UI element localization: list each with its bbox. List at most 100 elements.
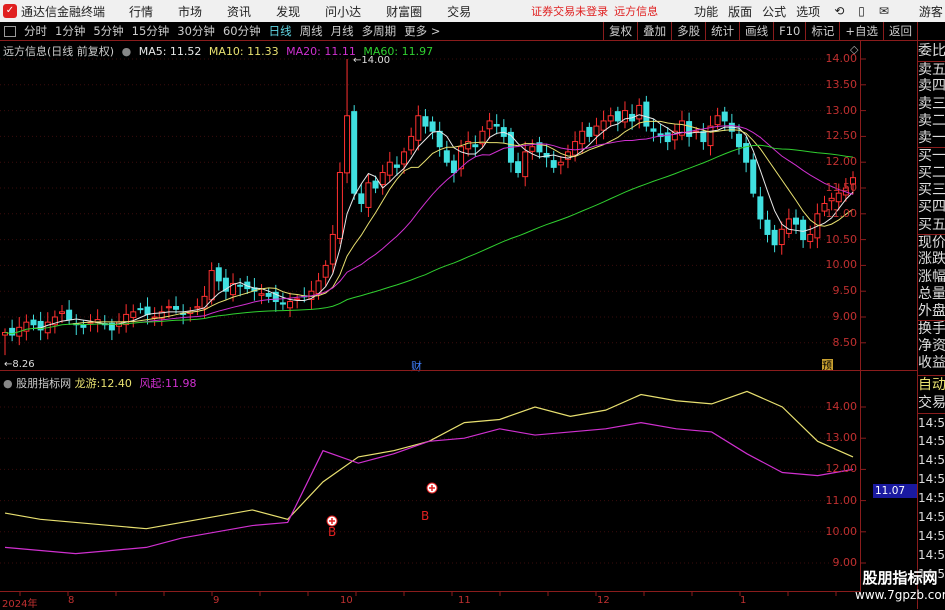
candle-body [721,111,728,122]
candle-body [422,116,429,127]
trade-time: 14:56 [918,510,945,525]
price-tick: 9.50 [832,284,858,298]
side-item[interactable]: 卖一 [918,130,945,147]
candle-body [828,197,835,202]
candle-body [807,233,814,242]
candle-body [593,125,600,136]
trade-time: 14:56 [918,548,945,563]
candle-body [393,164,400,168]
candle-body [123,313,130,326]
candle-body [771,229,778,246]
axis-divider [860,41,861,592]
side-item[interactable]: 收益 [918,355,945,372]
trade-time: 14:56 [918,472,945,487]
candle-body [130,311,137,318]
side-item[interactable]: 委比 [918,41,945,61]
candle-body [194,306,201,309]
side-item[interactable]: 换手 [918,320,945,337]
side-item[interactable]: 卖四 [918,78,945,95]
candle-body [336,172,343,239]
candle-body [365,182,372,208]
stock-title: 远方信息(日线 前复权) [3,45,115,58]
candle-body [258,293,265,296]
candle-body [515,161,522,174]
candle-body [750,159,757,194]
candle-body [572,141,579,156]
fengqi-value: 11.98 [165,377,197,390]
candle-body [764,219,771,235]
side-item[interactable]: 涨幅 [918,269,945,286]
trade-time: 14:56 [918,491,945,506]
side-item[interactable]: 卖二 [918,113,945,130]
candle-body [322,264,329,278]
buy-signal-label: B [328,525,336,539]
indicator-tick: 14.00 [825,400,858,413]
candle-body [636,104,643,120]
current-value-label: 11.07 [873,484,917,498]
side-item[interactable]: 总量 [918,286,945,303]
candle-body [66,309,73,321]
candle-body [372,180,379,189]
watermark-url: www.7gpzb.com [855,588,945,602]
candle-body [486,120,493,130]
candle-body [735,133,742,148]
candle-body [493,124,500,127]
candle-body [173,306,180,310]
candle-body [579,130,586,145]
chart-canvas[interactable]: ←14.00←8.26 财预BB [0,0,945,609]
indicator-name: 股朋指标网 [16,377,72,390]
side-item[interactable]: 买五 [918,217,945,234]
time-axis-divider [0,591,860,592]
trade-time: 14:56 [918,453,945,468]
side-item[interactable]: 卖三 [918,96,945,113]
side-item[interactable]: 外盘 [918,303,945,320]
price-tick: 13.00 [825,103,858,117]
indicator-tick: 10.00 [825,524,858,538]
time-label-aug: 8 [68,595,75,606]
price-tick: 8.50 [832,335,858,349]
candle-body [686,121,693,137]
price-tick: 9.00 [832,310,858,323]
candle-body [201,295,208,310]
side-lower-item[interactable]: 自动 [918,375,945,394]
candle-body [450,160,457,174]
indicator-tick: 9.00 [832,556,858,569]
settings-icon[interactable]: ● [122,45,132,58]
candle-body [614,111,621,122]
candle-body [600,120,607,131]
time-label-nov: 11 [458,595,471,606]
indicator-tick: 12.00 [825,462,858,476]
candle-body [351,111,358,194]
candle-body [144,306,151,315]
price-tick: 12.50 [825,129,858,143]
candle-body [529,146,536,152]
side-lower-item[interactable]: 交易 [918,394,945,413]
price-tick: 10.50 [825,232,858,246]
candle-body [700,131,707,143]
ma60-label: MA60: 11.97 [363,45,434,58]
candle-body [443,150,450,163]
candle-body [279,302,286,305]
side-item[interactable]: 买三 [918,182,945,199]
price-tick: 12.00 [825,155,858,169]
candle-body [329,233,336,265]
candle-body [408,135,415,151]
side-item[interactable]: 买二 [918,165,945,182]
candle-body [436,130,443,148]
side-item[interactable]: 卖五 [918,61,945,78]
side-item[interactable]: 现价 [918,233,945,251]
candle-body [650,128,657,132]
buy-signal-label: B [421,509,429,523]
candle-body [522,151,529,178]
side-item[interactable]: 净资 [918,338,945,355]
indicator-settings-icon[interactable]: ● [3,377,13,390]
side-item[interactable]: 买一 [918,147,945,164]
side-item[interactable]: 涨跌 [918,251,945,268]
candle-body [778,228,785,246]
side-item[interactable]: 买四 [918,199,945,216]
time-label-dec: 12 [597,595,610,606]
indicator-tick: 11.00 [825,493,858,507]
price-tick: 13.50 [825,77,858,91]
candle-body [664,132,671,143]
low-price-label: ←8.26 [4,359,35,370]
